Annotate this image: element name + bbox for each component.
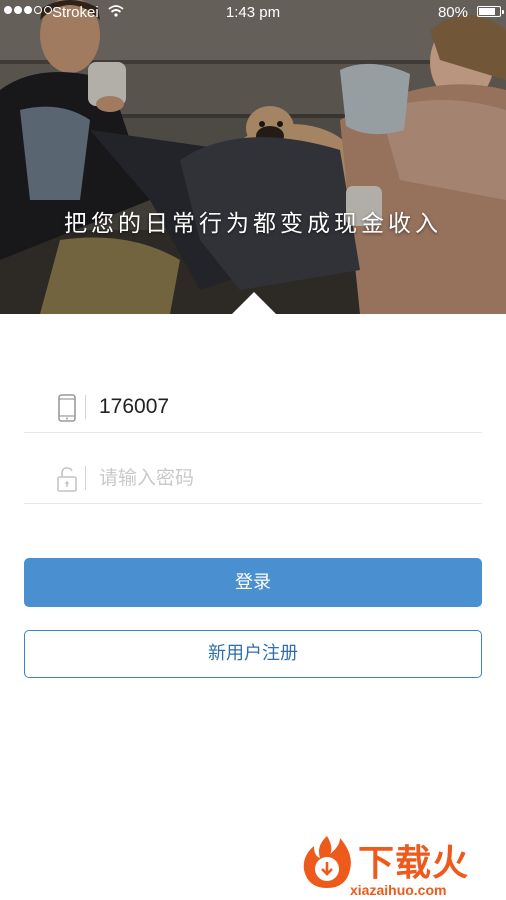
watermark-site: xiazaihuo.com (350, 882, 447, 898)
hero-photo (0, 0, 506, 314)
watermark-title: 下载火 (358, 843, 470, 884)
hero-notch (232, 292, 276, 314)
hero-tagline: 把您的日常行为都变成现金收入 (64, 211, 442, 237)
hero-banner: 把您的日常行为都变成现金收入 (0, 0, 506, 314)
phone-input[interactable] (99, 390, 469, 424)
status-time: 1:43 pm (225, 4, 281, 21)
mobile-phone-icon (58, 394, 76, 422)
login-screen: 把您的日常行为都变成现金收入 Strokei 1:43 pm 80% 17600… (0, 0, 506, 900)
battery-fill (479, 8, 495, 15)
status-bar: Strokei 1:43 pm 80% (0, 0, 506, 26)
battery-percent: 80% (437, 4, 468, 21)
password-input[interactable] (99, 461, 469, 495)
battery-cap (502, 10, 504, 14)
unlock-icon (57, 467, 77, 492)
field-separator (85, 466, 86, 490)
register-button[interactable]: 新用户注册 (24, 630, 482, 678)
field-separator (85, 395, 86, 419)
flame-logo-icon (303, 836, 351, 888)
battery-icon (477, 6, 504, 17)
phone-field (24, 384, 482, 433)
watermark: 下载火 xiazaihuo.com (300, 832, 504, 898)
login-button[interactable]: 登录 (24, 558, 482, 607)
password-field (24, 455, 482, 504)
